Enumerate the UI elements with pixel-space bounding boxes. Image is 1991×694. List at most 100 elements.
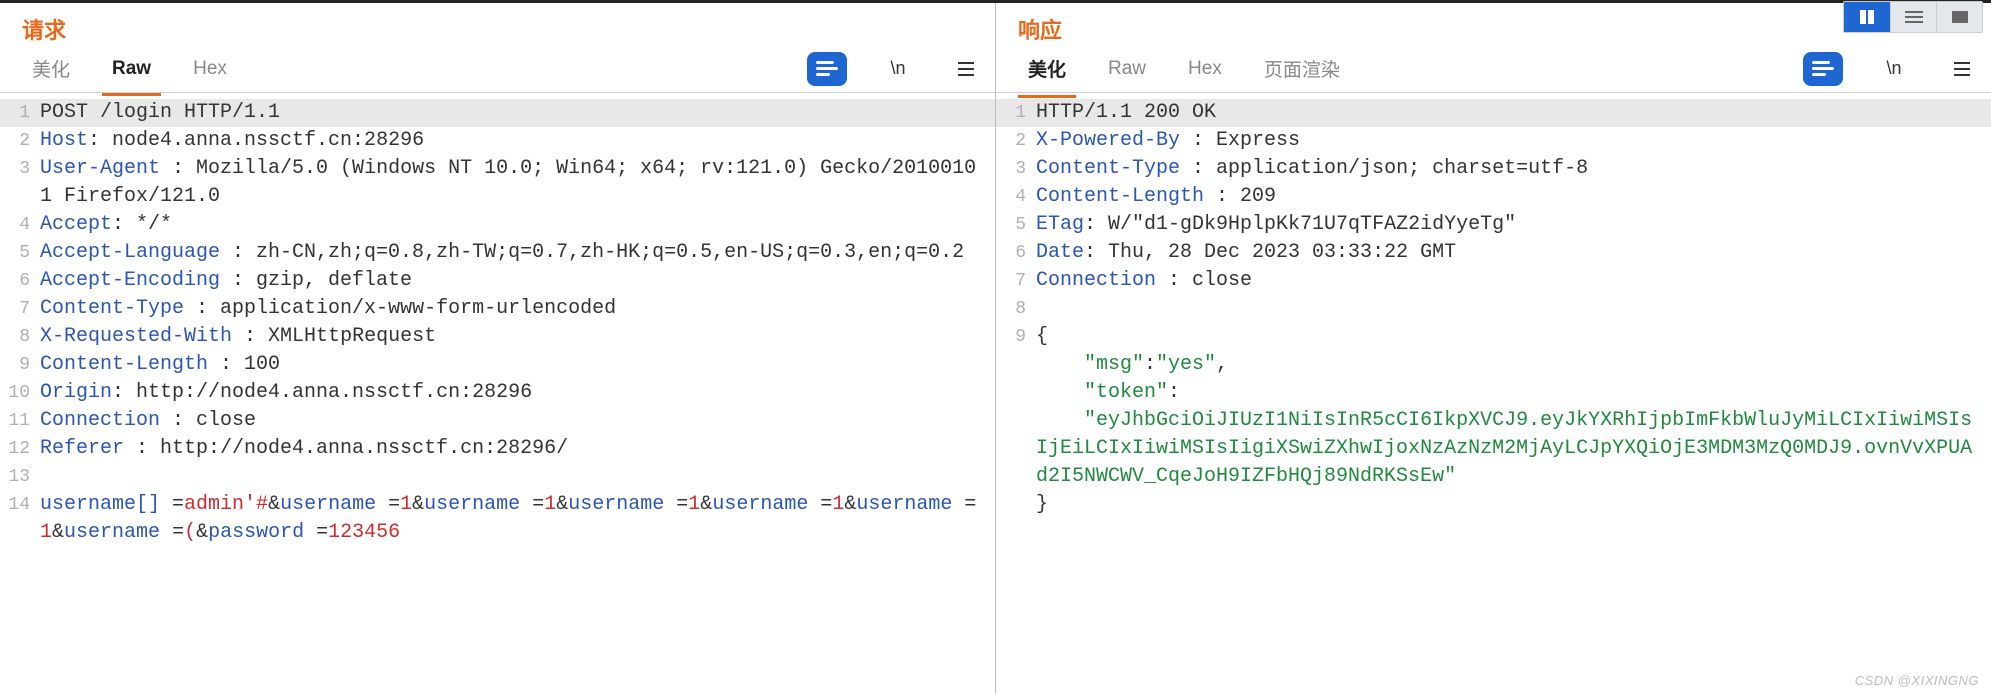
code-line: 2X-Powered-By : Express [996,127,1991,155]
request-tabs: 美化 Raw Hex \n [0,45,995,93]
line-number: 10 [0,379,40,407]
line-content: Referer : http://node4.anna.nssctf.cn:28… [40,435,981,463]
line-content: X-Powered-By : Express [1036,127,1977,155]
response-tabs: 美化 Raw Hex 页面渲染 \n [996,45,1991,93]
line-content: Host: node4.anna.nssctf.cn:28296 [40,127,981,155]
view-mode-group [1843,1,1983,33]
format-button[interactable] [807,52,847,86]
line-content: Connection : close [1036,267,1977,295]
line-content: POST /login HTTP/1.1 [40,99,981,127]
request-panel: 请求 美化 Raw Hex \n 1POST /login HTTP/1.12H… [0,3,995,694]
line-number: 12 [0,435,40,463]
tab-hex[interactable]: Hex [189,52,231,86]
line-number: 4 [996,183,1036,211]
code-line: 14username[] =admin'#&username =1&userna… [0,491,995,547]
line-number: 13 [0,463,40,491]
code-line: 8 [996,295,1991,323]
code-line: 9{ [996,323,1991,351]
request-title: 请求 [0,3,995,45]
code-line: 7Connection : close [996,267,1991,295]
format-icon [816,60,838,78]
line-number: 2 [0,127,40,155]
menu-icon [1954,62,1970,76]
line-number: 7 [0,295,40,323]
line-number: 9 [0,351,40,379]
code-line: "msg":"yes", [996,351,1991,379]
response-panel: 响应 美化 Raw Hex 页面渲染 \n 1HTTP/1.1 200 OK2X… [995,3,1991,694]
code-line: 5Accept-Language : zh-CN,zh;q=0.8,zh-TW;… [0,239,995,267]
code-line: 1POST /login HTTP/1.1 [0,99,995,127]
wrap-button[interactable]: \n [881,52,915,86]
view-single-button[interactable] [1936,2,1982,32]
response-body[interactable]: 1HTTP/1.1 200 OK2X-Powered-By : Express3… [996,93,1991,694]
line-number: 2 [996,127,1036,155]
code-line: 7Content-Type : application/x-www-form-u… [0,295,995,323]
code-line: "eyJhbGciOiJIUzI1NiIsInR5cCI6IkpXVCJ9.ey… [996,407,1991,491]
line-number: 7 [996,267,1036,295]
code-line: 5ETag: W/"d1-gDk9HplpKk71U7qTFAZ2idYyeTg… [996,211,1991,239]
line-content: ETag: W/"d1-gDk9HplpKk71U7qTFAZ2idYyeTg" [1036,211,1977,239]
code-line: 12Referer : http://node4.anna.nssctf.cn:… [0,435,995,463]
format-icon [1812,60,1834,78]
format-button[interactable] [1803,52,1843,86]
code-line: 8X-Requested-With : XMLHttpRequest [0,323,995,351]
tab-pretty[interactable]: 美化 [1024,49,1070,88]
menu-button[interactable] [1945,52,1979,86]
view-columns-button[interactable] [1844,2,1890,32]
line-number: 9 [996,323,1036,351]
line-content: Content-Type : application/x-www-form-ur… [40,295,981,323]
line-number: 6 [0,267,40,295]
line-number: 5 [0,239,40,267]
code-line: "token": [996,379,1991,407]
line-number: 11 [0,407,40,435]
code-line: 2Host: node4.anna.nssctf.cn:28296 [0,127,995,155]
code-line: } [996,491,1991,519]
line-number: 5 [996,211,1036,239]
line-content: { [1036,323,1977,351]
line-content: Connection : close [40,407,981,435]
line-content: X-Requested-With : XMLHttpRequest [40,323,981,351]
code-line: 13 [0,463,995,491]
watermark: CSDN @XIXINGNG [1855,673,1979,688]
tab-raw[interactable]: Raw [108,52,155,86]
code-line: 4Content-Length : 209 [996,183,1991,211]
http-history-container: 请求 美化 Raw Hex \n 1POST /login HTTP/1.12H… [0,0,1991,694]
code-line: 4Accept: */* [0,211,995,239]
line-number: 4 [0,211,40,239]
line-content: username[] =admin'#&username =1&username… [40,491,981,547]
wrap-button[interactable]: \n [1877,52,1911,86]
line-content: "msg":"yes", [1036,351,1977,379]
line-content: User-Agent : Mozilla/5.0 (Windows NT 10.… [40,155,981,211]
line-content: Content-Length : 209 [1036,183,1977,211]
code-line: 6Accept-Encoding : gzip, deflate [0,267,995,295]
line-number: 3 [0,155,40,183]
line-content: "token": [1036,379,1977,407]
line-content: Date: Thu, 28 Dec 2023 03:33:22 GMT [1036,239,1977,267]
code-line: 3Content-Type : application/json; charse… [996,155,1991,183]
line-content: "eyJhbGciOiJIUzI1NiIsInR5cCI6IkpXVCJ9.ey… [1036,407,1977,491]
line-content: Content-Length : 100 [40,351,981,379]
code-line: 9Content-Length : 100 [0,351,995,379]
line-content: Accept: */* [40,211,981,239]
tab-render[interactable]: 页面渲染 [1260,49,1344,88]
request-body[interactable]: 1POST /login HTTP/1.12Host: node4.anna.n… [0,93,995,694]
line-number: 1 [0,99,40,127]
menu-button[interactable] [949,52,983,86]
line-number: 8 [996,295,1036,323]
tab-hex[interactable]: Hex [1184,52,1226,86]
code-line: 1HTTP/1.1 200 OK [996,99,1991,127]
tab-pretty[interactable]: 美化 [28,49,74,88]
tab-raw[interactable]: Raw [1104,52,1150,86]
view-rows-button[interactable] [1890,2,1936,32]
code-line: 11Connection : close [0,407,995,435]
line-content: } [1036,491,1977,519]
line-number: 1 [996,99,1036,127]
line-content: Content-Type : application/json; charset… [1036,155,1977,183]
line-content: Accept-Encoding : gzip, deflate [40,267,981,295]
line-number: 14 [0,491,40,519]
response-title: 响应 [996,3,1991,45]
line-content: Accept-Language : zh-CN,zh;q=0.8,zh-TW;q… [40,239,981,267]
line-number: 3 [996,155,1036,183]
code-line: 10Origin: http://node4.anna.nssctf.cn:28… [0,379,995,407]
line-content: Origin: http://node4.anna.nssctf.cn:2829… [40,379,981,407]
